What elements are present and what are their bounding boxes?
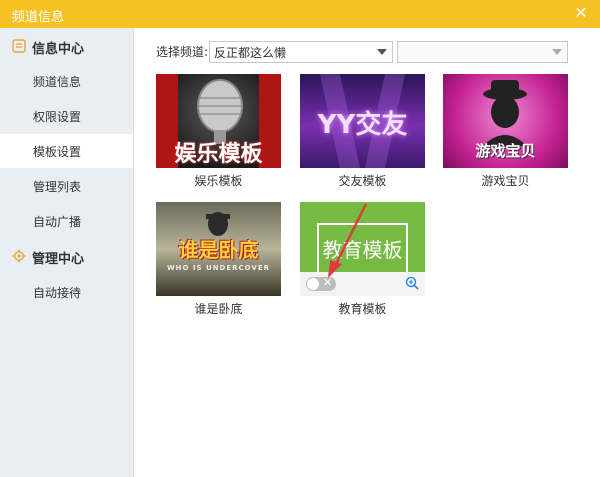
annotation-arrow-icon [328, 203, 368, 278]
template-name: 娱乐模板 [194, 174, 243, 188]
thumbnail-title: 娱乐模板 [174, 142, 263, 167]
sidebar-item-manage-list[interactable]: 管理列表 [0, 169, 133, 203]
window-title: 频道信息 [12, 10, 65, 25]
gear-icon [12, 249, 26, 263]
sidebar-item-label: 频道信息 [33, 75, 82, 89]
channel-select-value: 反正都这么懒 [214, 46, 287, 60]
sub-channel-select[interactable] [397, 41, 568, 63]
sidebar-item-template[interactable]: 模板设置 [0, 134, 133, 168]
thumbnail-title: 游戏宝贝 [475, 142, 536, 160]
template-thumbnail[interactable]: 游戏宝贝 [443, 74, 568, 168]
sidebar-item-label: 自动接待 [33, 286, 82, 300]
thumbnail-subtitle: WHO IS UNDERCOVER [166, 264, 271, 272]
zoom-in-icon[interactable] [405, 276, 419, 290]
chevron-down-icon [377, 49, 387, 55]
close-icon[interactable]: ✕ [570, 2, 592, 24]
template-name: 游戏宝贝 [481, 174, 530, 188]
sidebar-item-channel-info[interactable]: 频道信息 [0, 64, 133, 98]
sidebar-item-label: 模板设置 [33, 145, 82, 159]
template-name: 教育模板 [338, 302, 387, 316]
template-thumbnail[interactable]: YY交友 [300, 74, 425, 168]
sidebar-item-label: 权限设置 [33, 110, 82, 124]
template-thumbnail[interactable]: 娱乐模板 [156, 74, 281, 168]
template-name: 谁是卧底 [194, 302, 243, 316]
sidebar-item-label: 管理列表 [33, 180, 82, 194]
sidebar-item-permission[interactable]: 权限设置 [0, 99, 133, 133]
template-thumbnail[interactable]: 谁是卧底 WHO IS UNDERCOVER [156, 202, 281, 296]
sidebar-item-label: 自动广播 [33, 215, 82, 229]
chevron-down-icon [552, 49, 562, 55]
template-name: 交友模板 [338, 174, 387, 188]
thumbnail-title: YY交友 [317, 110, 408, 140]
section-label: 信息中心 [32, 42, 85, 57]
channel-select[interactable]: 反正都这么懒 [209, 41, 393, 63]
title-bar: 频道信息 ✕ [0, 0, 600, 28]
section-label: 管理中心 [32, 252, 85, 267]
select-channel-label: 选择频道: [156, 45, 209, 59]
section-manage-center: 管理中心 [0, 240, 133, 274]
sidebar: 信息中心 频道信息 权限设置 模板设置 管理列表 自动广播 管理中心 自动接待 [0, 28, 134, 477]
section-info-center: 信息中心 [0, 30, 133, 64]
sidebar-item-auto-broadcast[interactable]: 自动广播 [0, 204, 133, 238]
sidebar-item-auto-reception[interactable]: 自动接待 [0, 275, 133, 309]
main-panel: 选择频道: 反正都这么懒 娱乐模板 娱乐模板 YY交友 交友模板 游戏宝贝 游戏… [134, 28, 600, 477]
toggle-knob [307, 278, 319, 290]
thumbnail-title: 谁是卧底 [178, 238, 259, 262]
document-icon [12, 39, 26, 53]
